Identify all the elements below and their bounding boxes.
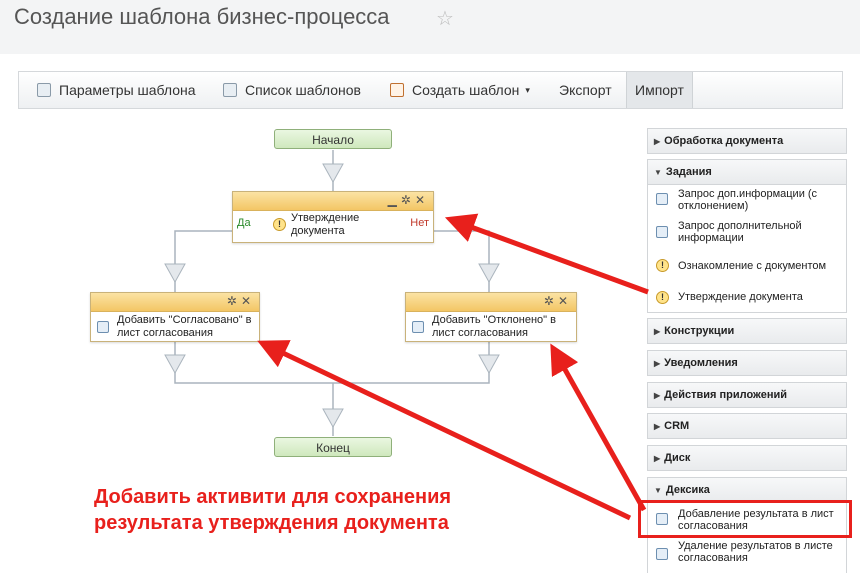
annotation-line-2: результата утверждения документа: [94, 512, 449, 534]
arrow-to-condition: [444, 213, 649, 295]
annotation-line-1: Добавить активити для сохранения: [94, 486, 452, 508]
annotation-text: Добавить активити для сохранения результ…: [94, 484, 451, 536]
